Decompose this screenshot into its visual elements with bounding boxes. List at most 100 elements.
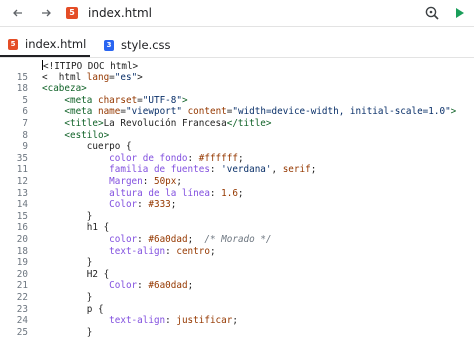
code-line[interactable]: 9 cuerpo { <box>0 141 474 153</box>
code-line[interactable]: 20 color: #6a0dad; /* Morado */ <box>0 234 474 246</box>
code-token: 'verdana' <box>221 164 272 176</box>
code-text: <meta charset="UTF-8"> <box>42 94 187 107</box>
code-editor[interactable]: <!ITIPO DOC html> 15 < html lang="es"> 18 <c… <box>0 58 474 340</box>
code-line[interactable]: 23 p { <box>0 304 474 316</box>
code-token: /* Morado */ <box>204 234 272 245</box>
tab-index-html[interactable]: 5 index.html <box>0 33 90 57</box>
code-token: ; <box>310 164 317 176</box>
code-token: > <box>450 106 457 118</box>
css-file-icon: 3 <box>104 39 114 51</box>
line-number: 6 <box>22 106 28 118</box>
line-number: 24 <box>16 315 28 327</box>
code-token: #6a0dad <box>148 280 188 292</box>
code-text: <cabeza> <box>42 83 87 95</box>
line-number: 14 <box>16 199 28 211</box>
code-line[interactable]: 13 altura de la línea: 1.6; <box>0 188 474 200</box>
code-token: #333 <box>148 199 171 211</box>
tab-style-css[interactable]: 3 style.css <box>92 33 184 57</box>
html-badge-number: 5 <box>69 8 75 17</box>
code-token: Margen <box>109 176 143 187</box>
code-text: h1 { <box>42 222 109 234</box>
code-line[interactable]: 7 <title>La Revolución Francesa</title> <box>0 118 474 130</box>
line-number: 12 <box>16 176 28 187</box>
line-number: 20 <box>16 234 28 245</box>
code-line[interactable]: 19 } <box>0 257 474 269</box>
code-token: : <box>137 234 149 245</box>
code-token: } <box>42 292 93 303</box>
code-line[interactable]: 22 } <box>0 292 474 304</box>
code-token: : <box>165 245 177 257</box>
code-token: La Revolución Francesa <box>103 118 227 129</box>
code-line[interactable]: 6 <meta name="viewport" content="width=d… <box>0 106 474 118</box>
code-token: ; <box>187 280 194 292</box>
code-text: } <box>42 210 93 223</box>
code-line[interactable]: 18 <cabeza> <box>0 83 474 95</box>
code-token: <meta <box>42 94 98 106</box>
code-text: <meta name="viewport" content="width=dev… <box>42 106 456 118</box>
code-token: < html <box>42 71 87 83</box>
code-line[interactable]: 15 < html lang="es"> <box>0 72 474 84</box>
code-line[interactable]: 18 text-align: centro; <box>0 246 474 258</box>
code-token: text-align <box>109 245 166 257</box>
code-token: : <box>137 280 149 292</box>
top-toolbar: 5 index.html <box>0 0 474 26</box>
code-line[interactable]: 20 H2 { <box>0 269 474 281</box>
line-number: 7 <box>22 118 28 129</box>
code-text: } <box>42 292 93 304</box>
code-text: familia de fuentes: 'verdana', serif; <box>42 164 316 176</box>
line-number: 20 <box>16 268 28 280</box>
code-line[interactable]: 24 text-align: justificar; <box>0 315 474 327</box>
code-token: ; <box>209 245 216 257</box>
code-line[interactable]: <!ITIPO DOC html> <box>0 60 474 72</box>
line-number: 11 <box>16 164 28 176</box>
code-token: ; <box>170 199 177 211</box>
code-line[interactable]: 35 color de fondo: #ffffff; <box>0 153 474 165</box>
code-token: lang <box>86 71 110 83</box>
code-token: } <box>42 210 93 222</box>
line-number: 9 <box>22 141 28 153</box>
code-text: <estilo> <box>42 130 109 142</box>
code-text: <title>La Revolución Francesa</title> <box>42 118 272 130</box>
search-icon[interactable] <box>422 3 442 23</box>
code-line[interactable]: 11 familia de fuentes: 'verdana', serif; <box>0 164 474 176</box>
line-number: 22 <box>16 292 28 303</box>
code-token: familia de fuentes <box>109 164 210 176</box>
code-token: ; <box>237 187 244 199</box>
code-line[interactable]: 25 } <box>0 327 474 339</box>
code-line[interactable]: 14 Color: #333; <box>0 199 474 211</box>
code-line[interactable]: 15 } <box>0 211 474 223</box>
code-token: <meta <box>42 106 98 118</box>
code-text: color de fondo: #ffffff; <box>42 153 243 165</box>
line-number: 15 <box>16 71 28 83</box>
line-number: 19 <box>16 257 28 269</box>
code-token: > <box>137 71 143 83</box>
code-text: Color: #6a0dad; <box>42 280 193 292</box>
tab-label: style.css <box>121 38 171 52</box>
code-token: </title> <box>226 118 272 129</box>
code-line[interactable]: 5 <meta charset="UTF-8"> <box>0 95 474 107</box>
code-token: centro <box>176 245 210 257</box>
code-token: 1.6 <box>221 187 238 199</box>
play-icon[interactable] <box>452 3 468 23</box>
code-token: serif <box>282 164 311 176</box>
code-token: <!ITIPO DOC html> <box>43 61 139 72</box>
code-text: text-align: justificar; <box>42 315 238 327</box>
tab-label: index.html <box>25 37 87 51</box>
line-number: 18 <box>16 83 28 95</box>
code-line[interactable]: 21 Color: #6a0dad; <box>0 280 474 292</box>
code-line[interactable]: 8 <estilo> <box>0 130 474 142</box>
code-line[interactable]: 12 Margen: 50px; <box>0 176 474 188</box>
html-file-icon: 5 <box>66 7 78 19</box>
code-text: text-align: centro; <box>42 245 216 258</box>
code-text: p { <box>42 304 104 316</box>
code-line[interactable]: 16 h1 { <box>0 222 474 234</box>
arrow-left-icon[interactable] <box>8 3 28 23</box>
arrow-right-icon[interactable] <box>36 3 56 23</box>
code-token: : <box>209 164 222 176</box>
code-token: content <box>187 106 227 118</box>
file-title: index.html <box>88 6 152 20</box>
